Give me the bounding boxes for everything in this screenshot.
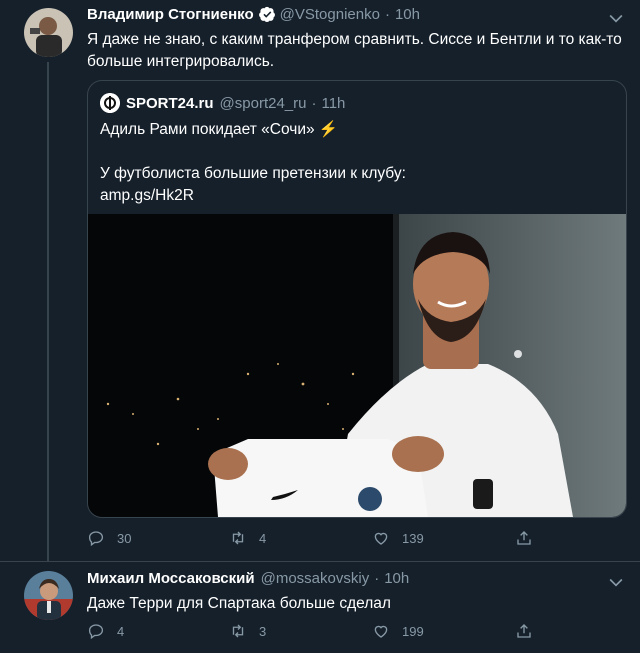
- separator-dot: ·: [374, 570, 380, 587]
- heart-icon: [374, 625, 388, 638]
- verified-badge-icon: [258, 6, 275, 23]
- thread-line: [47, 62, 49, 562]
- tweet-header: Михаил Моссаковский @mossakovskiy · 10h: [87, 570, 409, 587]
- quoted-tweet-text: Адиль Рами покидает «Сочи» ⚡ У футболист…: [100, 119, 600, 207]
- timestamp[interactable]: 10h: [384, 570, 409, 587]
- like-button[interactable]: 199: [372, 622, 424, 640]
- reply-button[interactable]: 4: [87, 622, 124, 640]
- avatar: [100, 93, 120, 113]
- quoted-author-name: SPORT24.ru: [126, 94, 214, 112]
- author-handle[interactable]: @mossakovskiy: [261, 570, 370, 587]
- chevron-down-icon[interactable]: [606, 572, 626, 592]
- share-button[interactable]: [515, 622, 545, 640]
- separator-dot: ·: [384, 6, 390, 23]
- tweet[interactable]: Владимир Стогниенко @VStognienko · 10h Я…: [0, 0, 640, 562]
- like-button[interactable]: 139: [372, 529, 424, 547]
- share-icon: [517, 624, 531, 638]
- tweet-text: Я даже не знаю, с каким транфером сравни…: [87, 31, 622, 70]
- quoted-tweet-photo[interactable]: [88, 214, 626, 517]
- timestamp: 11h: [321, 94, 346, 112]
- tweet-header: Владимир Стогниенко @VStognienko · 10h: [87, 6, 420, 23]
- reply-icon: [88, 531, 104, 547]
- heart-icon: [374, 532, 388, 545]
- tweet[interactable]: Михаил Моссаковский @mossakovskiy · 10h …: [0, 562, 640, 653]
- tweet-actions: 30 4 139: [87, 529, 537, 551]
- retweet-icon: [232, 531, 244, 545]
- share-icon: [517, 531, 531, 545]
- author-name[interactable]: Михаил Моссаковский: [87, 570, 255, 587]
- reply-button[interactable]: 30: [87, 529, 131, 547]
- author-handle[interactable]: @VStognienko: [280, 6, 380, 23]
- like-count: 139: [402, 530, 424, 546]
- author-name[interactable]: Владимир Стогниенко: [87, 6, 254, 23]
- tweet-text: Даже Терри для Спартака больше сделал: [87, 595, 391, 612]
- quoted-tweet[interactable]: SPORT24.ru @sport24_ru · 11h Адиль Рами …: [87, 80, 627, 518]
- quoted-author-handle: @sport24_ru: [219, 94, 307, 112]
- like-count: 199: [402, 623, 424, 639]
- timestamp[interactable]: 10h: [395, 6, 420, 23]
- quoted-line: Адиль Рами покидает «Сочи» ⚡: [100, 121, 339, 138]
- retweet-count: 3: [259, 623, 267, 639]
- separator-dot: ·: [311, 94, 317, 112]
- quoted-tweet-header: SPORT24.ru @sport24_ru · 11h: [100, 93, 345, 113]
- quoted-line: У футболиста большие претензии к клубу:: [100, 165, 406, 182]
- retweet-button[interactable]: 3: [229, 622, 266, 640]
- share-button[interactable]: [515, 529, 545, 547]
- avatar[interactable]: [24, 571, 73, 620]
- avatar[interactable]: [24, 8, 73, 57]
- tweet-actions: 4 3 199: [87, 622, 537, 644]
- quoted-link[interactable]: amp.gs/Hk2R: [100, 185, 600, 207]
- chevron-down-icon[interactable]: [606, 8, 626, 28]
- retweet-count: 4: [259, 530, 267, 546]
- retweet-icon: [232, 624, 244, 638]
- reply-icon: [88, 624, 104, 640]
- retweet-button[interactable]: 4: [229, 529, 266, 547]
- reply-count: 30: [117, 530, 132, 546]
- reply-count: 4: [117, 623, 125, 639]
